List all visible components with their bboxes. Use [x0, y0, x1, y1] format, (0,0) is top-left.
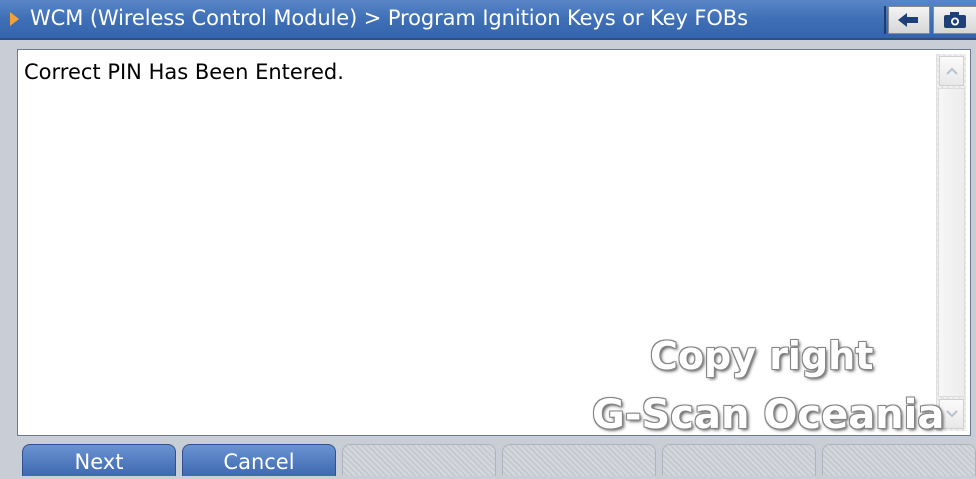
chevron-down-icon: [945, 410, 958, 418]
cancel-button[interactable]: Cancel: [182, 444, 336, 476]
watermark-line2: G-Scan Oceania: [592, 392, 945, 438]
chevron-up-icon: [945, 67, 958, 75]
function-key-6: [822, 444, 976, 476]
watermark-line1: Copy right: [650, 334, 874, 378]
breadcrumb-arrow-icon: [10, 12, 19, 26]
page-title: WCM (Wireless Control Module) > Program …: [30, 6, 748, 30]
title-divider: [884, 6, 886, 34]
function-key-3: [342, 444, 496, 476]
function-key-bar: Next Cancel: [0, 444, 976, 476]
back-arrow-icon: [898, 13, 918, 27]
function-key-5: [662, 444, 816, 476]
vertical-scrollbar[interactable]: [936, 54, 966, 431]
title-bar: WCM (Wireless Control Module) > Program …: [0, 0, 976, 40]
screenshot-button[interactable]: [933, 6, 976, 34]
status-message: Correct PIN Has Been Entered.: [24, 60, 344, 84]
next-button[interactable]: Next: [22, 444, 176, 476]
function-key-4: [502, 444, 656, 476]
scroll-up-button[interactable]: [939, 56, 964, 86]
camera-icon: [944, 12, 966, 28]
back-button[interactable]: [888, 6, 930, 34]
scroll-thumb[interactable]: [938, 88, 965, 397]
